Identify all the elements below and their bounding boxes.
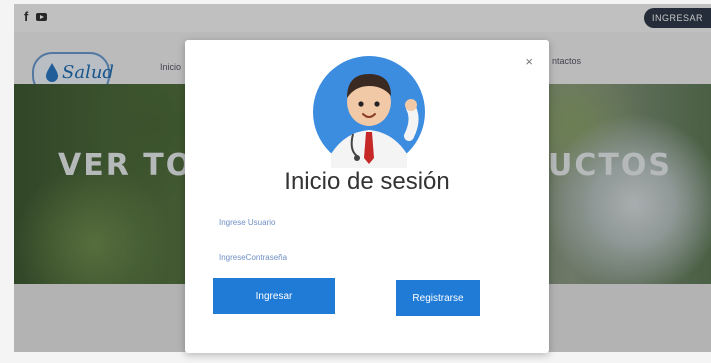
login-modal: × Inicio de sesión Ingresar Registrarse (185, 40, 549, 353)
close-icon[interactable]: × (525, 54, 533, 69)
register-button[interactable]: Registrarse (396, 280, 480, 316)
login-button[interactable]: Ingresar (213, 278, 335, 314)
doctor-avatar (313, 56, 425, 168)
modal-title: Inicio de sesión (284, 168, 450, 195)
password-input[interactable] (219, 247, 519, 267)
username-input[interactable] (219, 212, 519, 232)
